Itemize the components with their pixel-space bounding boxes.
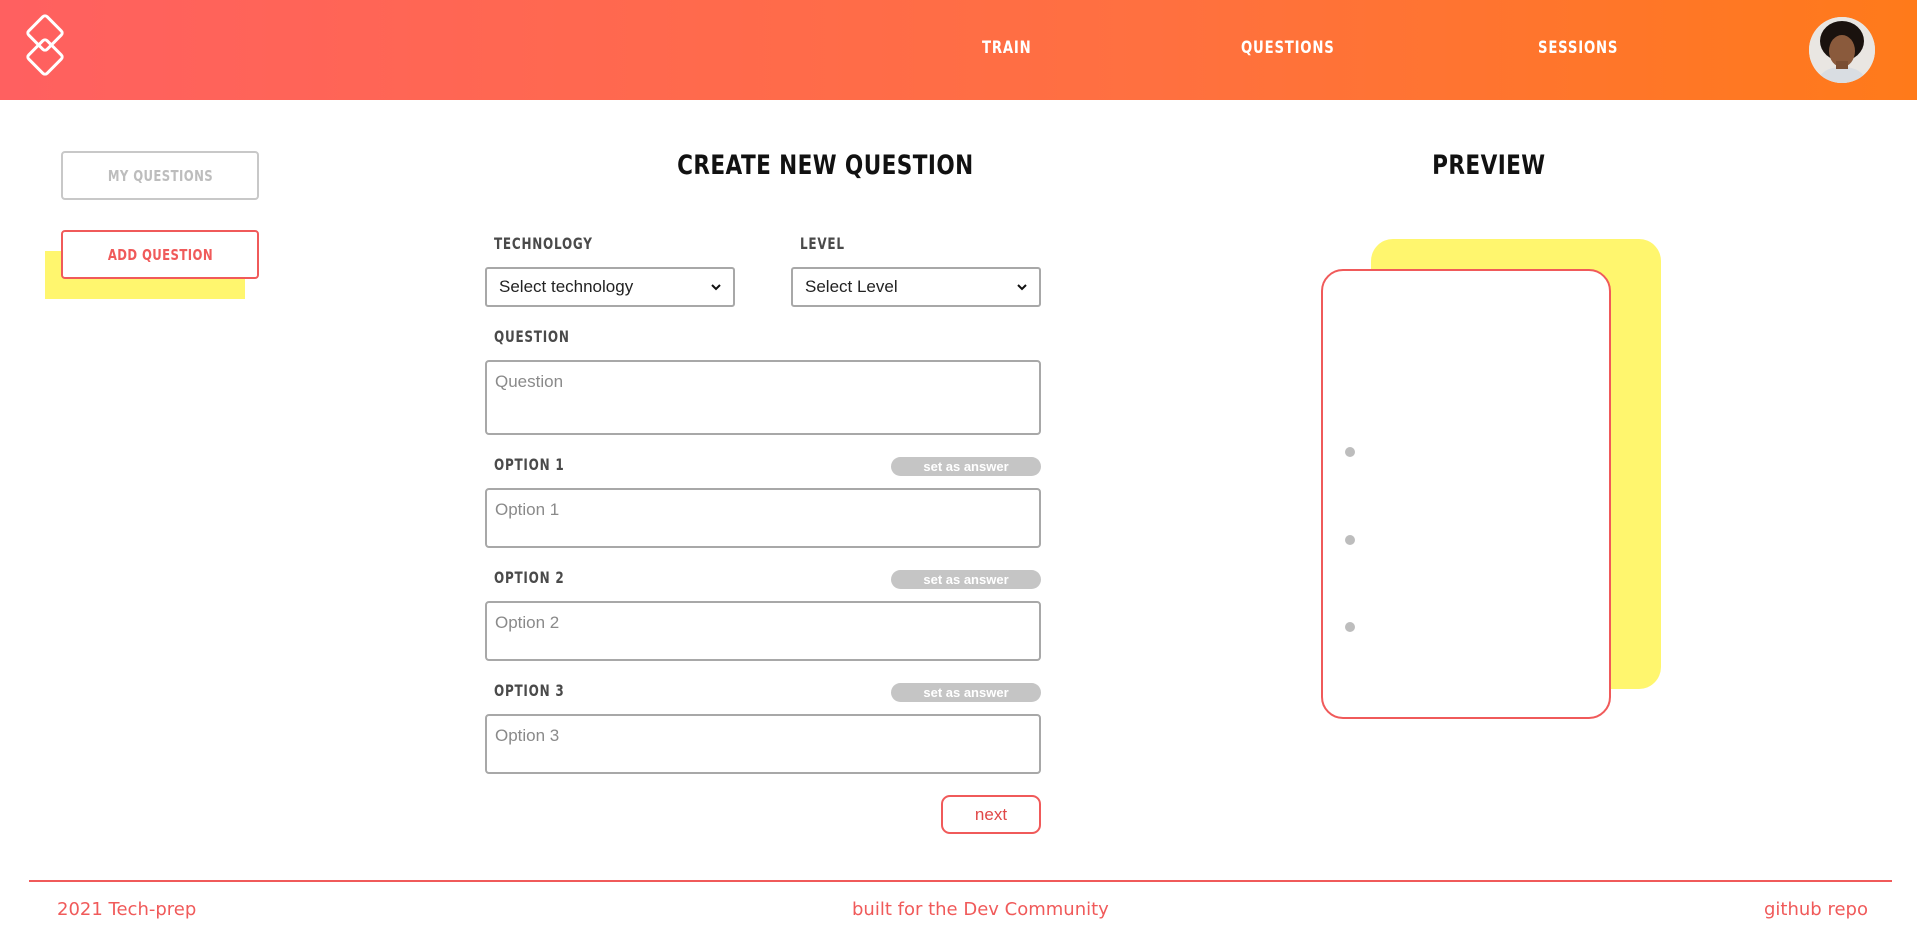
option-3-placeholder: Option 3: [495, 726, 560, 745]
my-questions-button[interactable]: MY QUESTIONS: [61, 151, 259, 200]
level-label: LEVEL: [800, 234, 845, 253]
nav-train[interactable]: TRAIN: [982, 38, 1031, 58]
set-answer-1-button[interactable]: set as answer: [891, 457, 1041, 476]
question-placeholder: Question: [495, 372, 564, 391]
technology-select-value: Select technology: [499, 277, 634, 296]
level-select-value: Select Level: [805, 277, 898, 296]
add-question-button[interactable]: ADD QUESTION: [61, 230, 259, 279]
my-questions-label: MY QUESTIONS: [107, 166, 213, 185]
github-repo-link[interactable]: github repo: [1764, 899, 1868, 920]
footer-copyright: 2021 Tech-prep: [57, 899, 197, 920]
preview-option-dot: [1345, 447, 1355, 457]
footer-tagline: built for the Dev Community: [852, 899, 1109, 920]
option-1-label: OPTION 1: [494, 455, 565, 474]
nav-sessions[interactable]: SESSIONS: [1538, 38, 1618, 58]
set-answer-2-button[interactable]: set as answer: [891, 570, 1041, 589]
level-select[interactable]: Select Level: [791, 267, 1041, 307]
technology-label: TECHNOLOGY: [494, 234, 593, 253]
option-1-input[interactable]: Option 1: [485, 488, 1041, 548]
next-button[interactable]: next: [941, 795, 1041, 834]
question-label: QUESTION: [494, 327, 570, 346]
question-input[interactable]: Question: [485, 360, 1041, 435]
technology-select[interactable]: Select technology: [485, 267, 735, 307]
option-2-label: OPTION 2: [494, 568, 565, 587]
footer-divider: [29, 880, 1892, 882]
add-question-label: ADD QUESTION: [107, 245, 213, 264]
preview-option-dot: [1345, 535, 1355, 545]
preview-option-dot: [1345, 622, 1355, 632]
nav-questions[interactable]: QUESTIONS: [1241, 38, 1335, 58]
option-3-input[interactable]: Option 3: [485, 714, 1041, 774]
chevron-down-icon: [1017, 284, 1027, 291]
set-answer-3-button[interactable]: set as answer: [891, 683, 1041, 702]
preview-card: [1321, 269, 1611, 719]
option-1-placeholder: Option 1: [495, 500, 560, 519]
option-3-label: OPTION 3: [494, 681, 565, 700]
preview-title: PREVIEW: [1432, 150, 1546, 181]
option-2-placeholder: Option 2: [495, 613, 560, 632]
user-avatar[interactable]: [1809, 17, 1875, 83]
form-title: CREATE NEW QUESTION: [677, 150, 974, 181]
diamond-logo-icon[interactable]: [18, 14, 72, 80]
top-navbar: TRAIN QUESTIONS SESSIONS: [0, 0, 1917, 100]
option-2-input[interactable]: Option 2: [485, 601, 1041, 661]
chevron-down-icon: [711, 284, 721, 291]
